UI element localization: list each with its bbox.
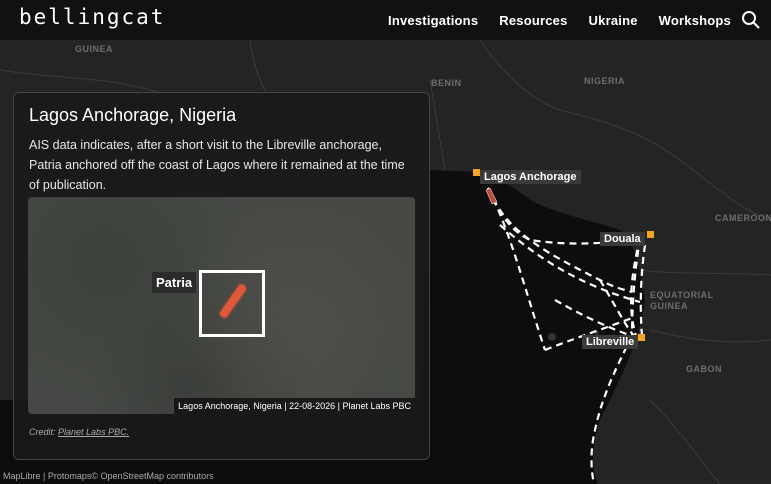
highlight-box [199,270,265,337]
country-label-gabon: GABON [686,364,722,374]
douala-marker[interactable] [647,231,654,238]
country-label-nigeria: NIGERIA [584,76,626,86]
place-label-libreville[interactable]: Libreville [582,335,639,349]
satellite-image: Patria Lagos Anchorage, Nigeria | 22-08-… [28,197,415,414]
nav-resources[interactable]: Resources [499,13,567,28]
bellingcat-logo[interactable]: bellingcat [19,5,165,29]
top-navigation-bar: bellingcat Investigations Resources Ukra… [0,0,771,40]
nav-investigations[interactable]: Investigations [388,13,478,28]
image-credit: Credit: Planet Labs PBC. [29,427,129,437]
nav-workshops[interactable]: Workshops [659,13,731,28]
vessel-label: Patria [152,272,197,293]
country-label-guinea: GUINEA [75,44,114,54]
info-panel: Lagos Anchorage, Nigeria AIS data indica… [13,92,430,460]
country-label-cameroon: CAMEROON [715,213,771,223]
lagos-marker[interactable] [473,169,480,176]
credit-link[interactable]: Planet Labs PBC. [58,427,129,437]
panel-description: AIS data indicates, after a short visit … [29,138,405,192]
libreville-marker[interactable] [638,334,645,341]
main-nav: Investigations Resources Ukraine Worksho… [388,0,731,40]
search-icon[interactable] [741,10,761,30]
country-label-equatorial-guinea: EQUATORIAL GUINEA [650,290,714,311]
nav-ukraine[interactable]: Ukraine [589,13,638,28]
map-attribution[interactable]: MapLibre | Protomaps© OpenStreetMap cont… [3,471,214,481]
credit-prefix: Credit: [29,427,56,437]
place-label-douala[interactable]: Douala [600,232,645,246]
image-caption: Lagos Anchorage, Nigeria | 22-08-2026 | … [174,398,415,414]
country-label-benin: BENIN [431,78,462,88]
place-label-lagos[interactable]: Lagos Anchorage [480,170,581,184]
panel-title: Lagos Anchorage, Nigeria [29,105,237,125]
